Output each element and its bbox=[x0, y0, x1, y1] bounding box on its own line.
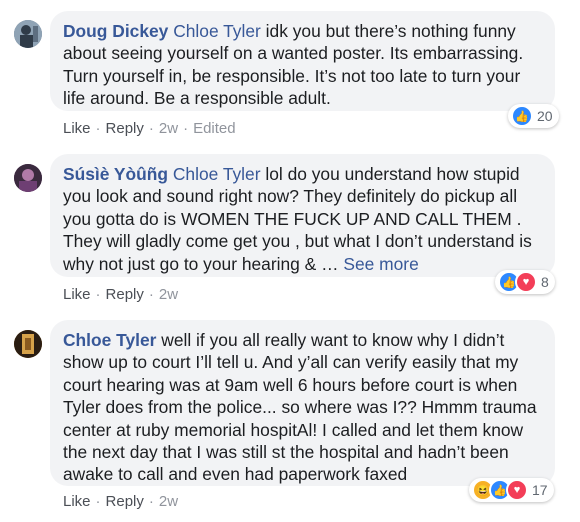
reaction-summary[interactable]: 👍 20 bbox=[508, 104, 559, 128]
comment-bubble: Chloe Tyler well if you all really want … bbox=[50, 320, 555, 486]
comment-mention[interactable]: Chloe Tyler bbox=[173, 164, 261, 184]
reaction-summary[interactable]: 👍 ♥ 8 bbox=[495, 270, 555, 294]
like-reaction-icon: 👍 bbox=[511, 105, 533, 127]
avatar[interactable] bbox=[14, 20, 42, 48]
comment-bubble: Doug Dickey Chloe Tyler idk you but ther… bbox=[50, 11, 555, 111]
timestamp[interactable]: 2w bbox=[159, 120, 178, 137]
reaction-summary[interactable]: 😆 👍 ♥ 17 bbox=[469, 478, 554, 502]
timestamp[interactable]: 2w bbox=[159, 493, 178, 510]
like-link[interactable]: Like bbox=[63, 286, 91, 303]
edited-label[interactable]: Edited bbox=[193, 120, 236, 137]
avatar-image bbox=[14, 330, 42, 358]
see-more-link[interactable]: See more bbox=[343, 254, 418, 274]
comment-author[interactable]: Chloe Tyler bbox=[63, 330, 156, 350]
timestamp[interactable]: 2w bbox=[159, 286, 178, 303]
comment-author[interactable]: Súsìè Yòûñg bbox=[63, 164, 168, 184]
reply-link[interactable]: Reply bbox=[106, 493, 144, 510]
avatar[interactable] bbox=[14, 330, 42, 358]
reaction-count: 8 bbox=[541, 274, 549, 290]
comment-mention[interactable]: Chloe Tyler bbox=[173, 21, 261, 41]
comment-bubble: Súsìè Yòûñg Chloe Tyler lol do you under… bbox=[50, 154, 555, 277]
like-link[interactable]: Like bbox=[63, 493, 91, 510]
comment-actions: Like · Reply · 2w bbox=[63, 493, 179, 510]
love-reaction-icon: ♥ bbox=[515, 271, 537, 293]
comment-text: well if you all really want to know why … bbox=[63, 330, 537, 485]
like-link[interactable]: Like bbox=[63, 120, 91, 137]
reaction-count: 17 bbox=[532, 482, 548, 498]
comment-actions: Like · Reply · 2w · Edited bbox=[63, 120, 236, 137]
avatar-image bbox=[14, 20, 42, 48]
comment-author[interactable]: Doug Dickey bbox=[63, 21, 168, 41]
comment-actions: Like · Reply · 2w bbox=[63, 286, 179, 303]
reaction-count: 20 bbox=[537, 108, 553, 124]
avatar-image bbox=[14, 164, 42, 192]
avatar[interactable] bbox=[14, 164, 42, 192]
reply-link[interactable]: Reply bbox=[106, 286, 144, 303]
reply-link[interactable]: Reply bbox=[106, 120, 144, 137]
love-reaction-icon: ♥ bbox=[506, 479, 528, 501]
